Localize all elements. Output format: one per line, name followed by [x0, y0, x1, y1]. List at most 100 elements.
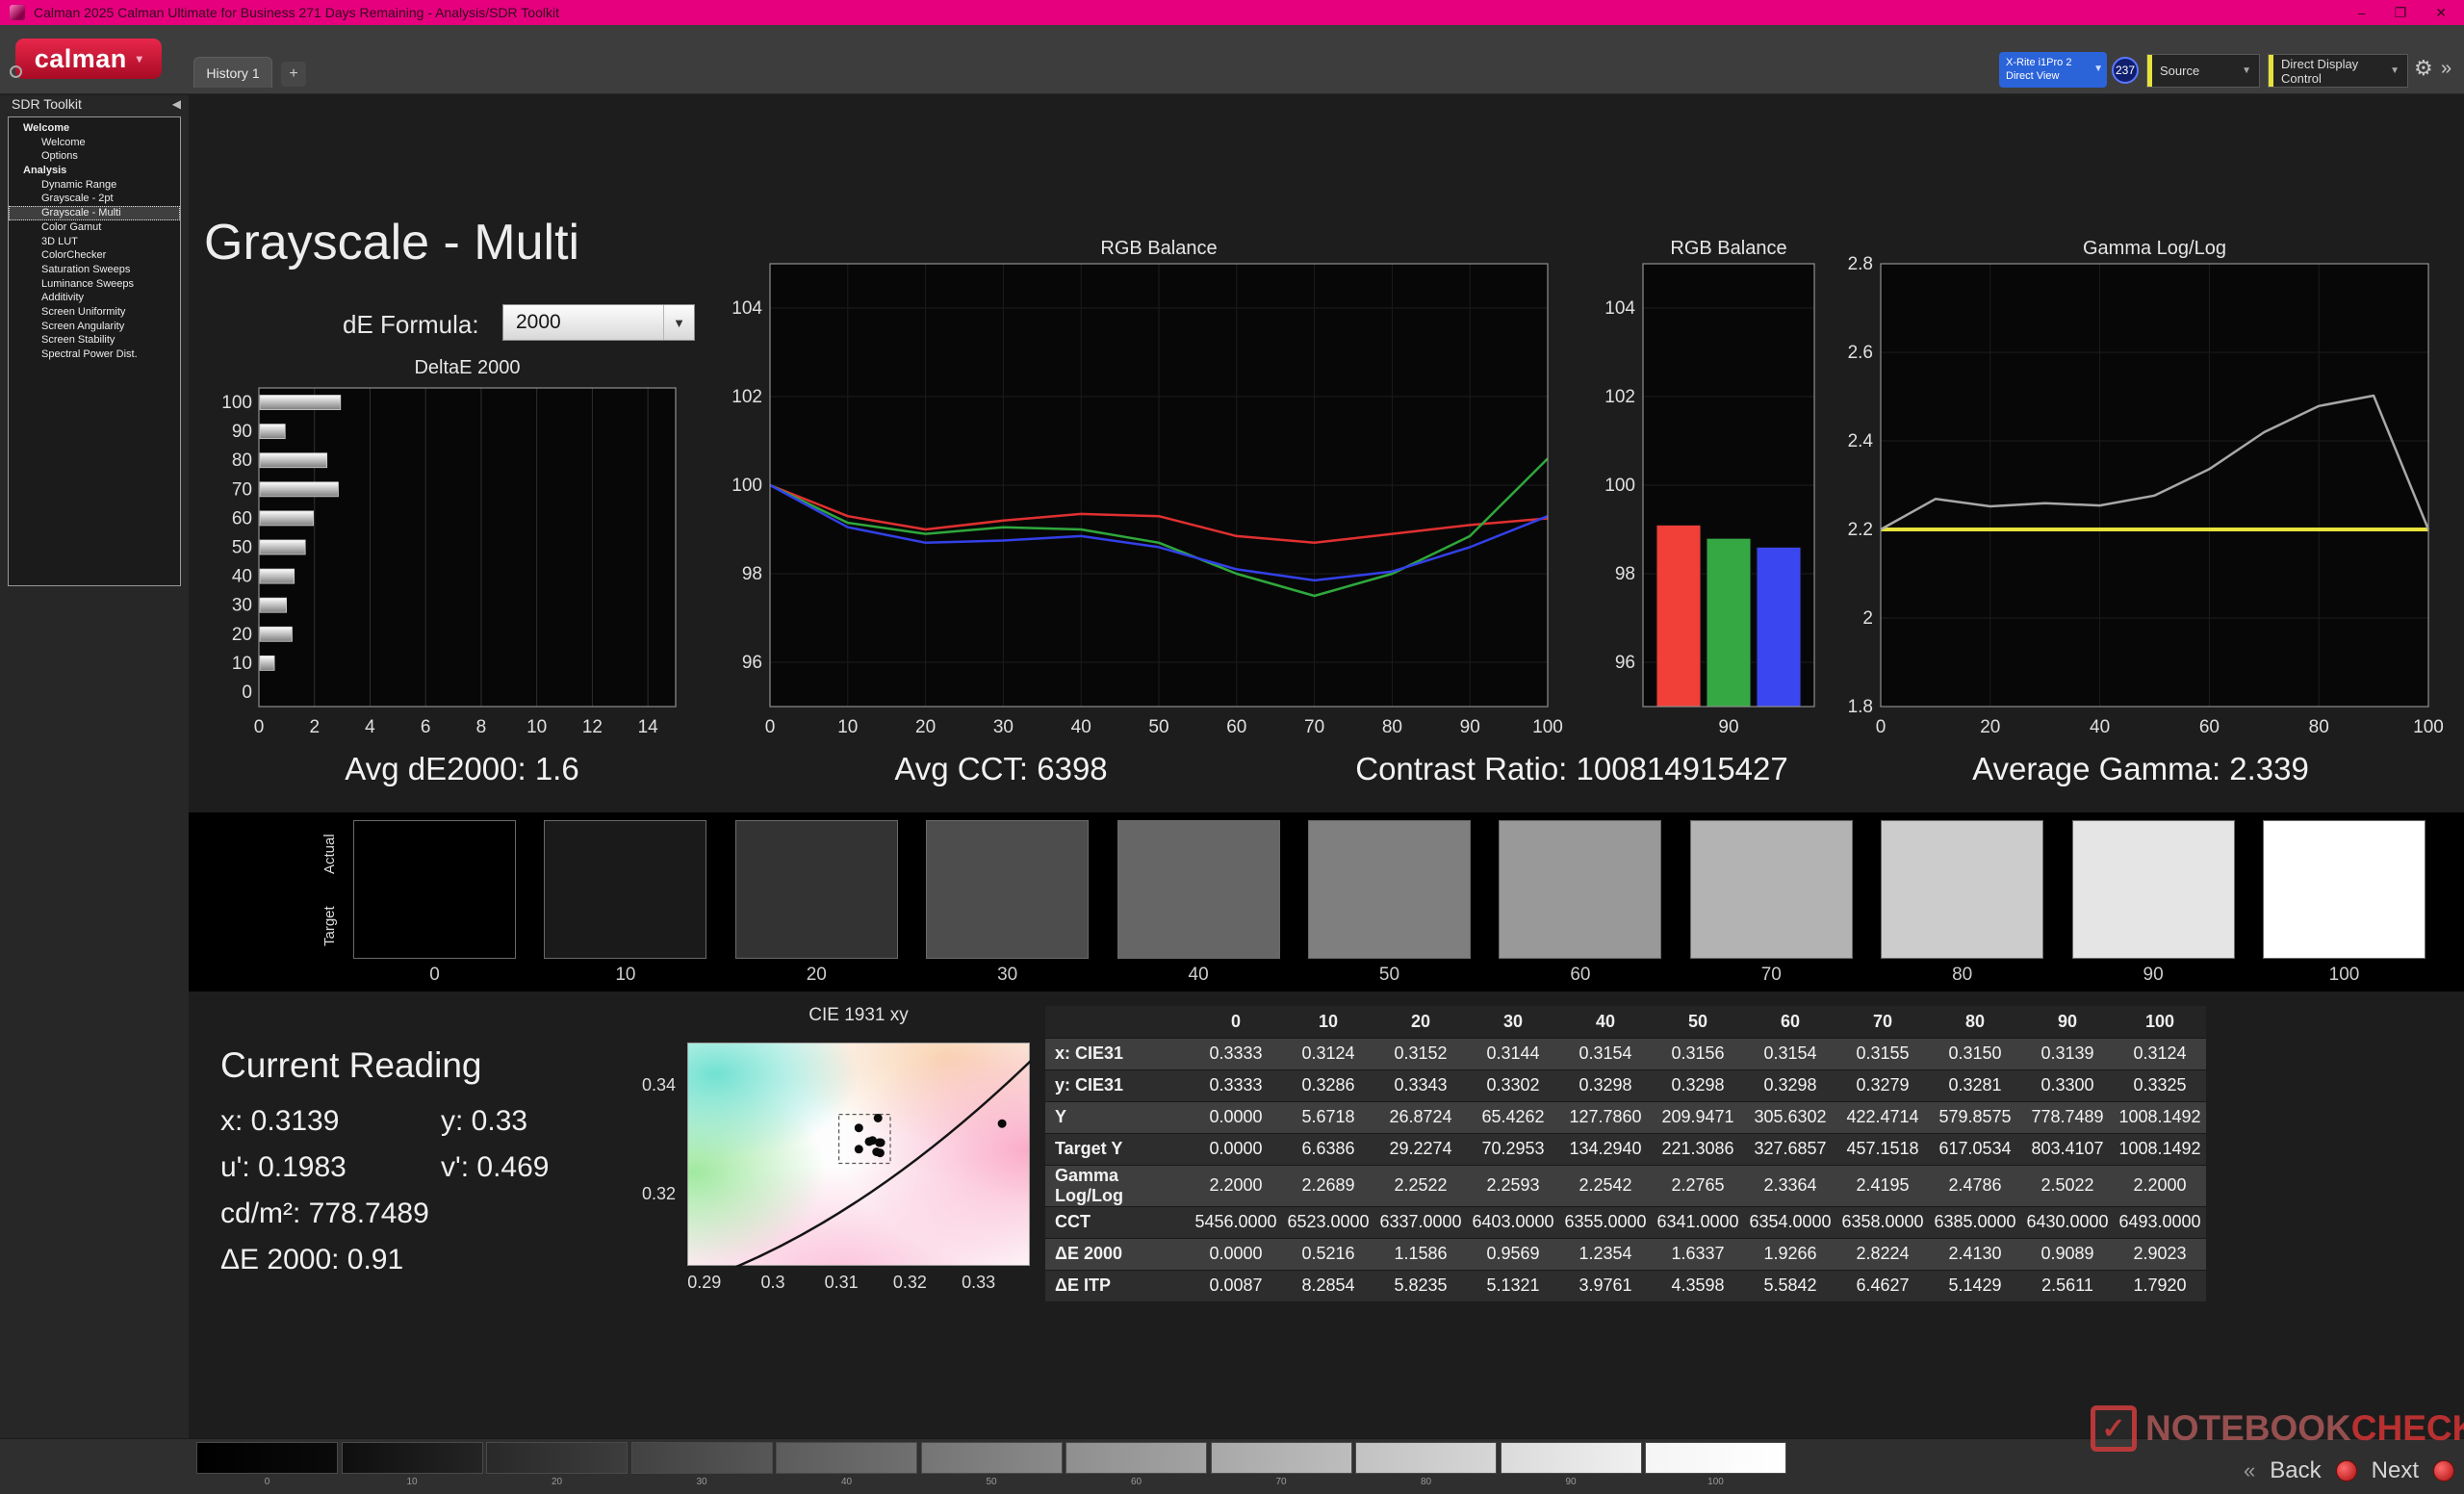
table-cell: 1.9266	[1744, 1237, 1836, 1270]
source-dropdown[interactable]: Source ▼	[2146, 54, 2260, 88]
sidebar-item-options[interactable]: Options	[9, 149, 180, 164]
table-cell: 134.2940	[1559, 1132, 1652, 1165]
close-icon[interactable]: ✕	[2435, 5, 2447, 21]
table-header-cell: 70	[1836, 1006, 1929, 1038]
sidebar-item-welcome[interactable]: Welcome	[9, 121, 180, 136]
svg-text:6: 6	[421, 717, 431, 737]
cie-point	[854, 1145, 863, 1154]
svg-text:10: 10	[232, 654, 252, 674]
sidebar-title: SDR Toolkit	[12, 96, 82, 112]
svg-text:0: 0	[242, 683, 252, 703]
table-cell: 2.2765	[1652, 1164, 1744, 1206]
grayscale-swatch-number: 30	[997, 965, 1018, 985]
svg-text:2.8: 2.8	[1848, 254, 1873, 274]
meter-count-badge[interactable]: 237	[2112, 57, 2139, 84]
sidebar-item-welcome[interactable]: Welcome	[9, 136, 180, 150]
sidebar-item-analysis[interactable]: Analysis	[9, 164, 180, 178]
svg-text:98: 98	[1615, 564, 1635, 584]
pattern-swatch-30	[630, 1442, 773, 1474]
sidebar-item-grayscale-2pt[interactable]: Grayscale - 2pt	[9, 192, 180, 206]
cie-x-tick: 0.31	[824, 1273, 859, 1292]
table-cell: 0.5216	[1282, 1237, 1374, 1270]
table-cell: 6385.0000	[1929, 1205, 2021, 1238]
double-chevron-left-icon[interactable]: «	[2244, 1458, 2255, 1483]
pattern-swatch-0	[196, 1442, 338, 1474]
meter-line1: X-Rite i1Pro 2	[2006, 56, 2072, 68]
svg-text:10: 10	[837, 717, 858, 737]
table-header-cell: 90	[2021, 1006, 2114, 1038]
svg-text:12: 12	[582, 717, 603, 737]
sidebar-item-spectral-power-dist[interactable]: Spectral Power Dist.	[9, 348, 180, 362]
sidebar: SDR Toolkit ◀ Welcome Welcome Options Analy…	[0, 95, 189, 1438]
calman-menu-button[interactable]: calman ▾	[15, 39, 162, 79]
table-cell: 6355.0000	[1559, 1205, 1652, 1238]
svg-text:104: 104	[1604, 298, 1635, 319]
pattern-swatch-60	[1065, 1442, 1207, 1474]
table-cell: 2.5022	[2021, 1164, 2114, 1206]
cie-point	[872, 1147, 882, 1157]
svg-text:20: 20	[915, 717, 936, 737]
panel-toggle-icon[interactable]	[10, 65, 22, 78]
notebookcheck-text: NOTEBOOKCHECK	[2145, 1408, 2464, 1449]
display-control-dropdown[interactable]: Direct Display Control ▼	[2268, 54, 2408, 88]
svg-text:102: 102	[732, 387, 762, 407]
svg-text:96: 96	[1615, 653, 1635, 673]
svg-text:104: 104	[732, 298, 762, 319]
svg-text:20: 20	[1980, 717, 2000, 737]
sidebar-item-additivity[interactable]: Additivity	[9, 291, 180, 305]
sidebar-item-dynamic-range[interactable]: Dynamic Range	[9, 178, 180, 193]
sidebar-item-luminance-sweeps[interactable]: Luminance Sweeps	[9, 277, 180, 292]
window-title: Calman 2025 Calman Ultimate for Business…	[34, 5, 559, 20]
cie-1931-chart	[687, 1043, 1031, 1267]
table-row-label: ΔE ITP	[1045, 1269, 1190, 1301]
grayscale-swatch-0	[353, 820, 516, 959]
sidebar-item-colorchecker[interactable]: ColorChecker	[9, 248, 180, 263]
table-row-label: Target Y	[1045, 1132, 1190, 1165]
sidebar-item-screen-stability[interactable]: Screen Stability	[9, 333, 180, 348]
next-target-icon[interactable]	[2433, 1460, 2454, 1481]
pattern-swatch-number: 0	[264, 1477, 270, 1487]
sidebar-item-grayscale-multi[interactable]: Grayscale - Multi	[9, 206, 180, 220]
maximize-icon[interactable]: ❐	[2395, 5, 2407, 21]
back-button[interactable]: Back	[2270, 1457, 2321, 1484]
sidebar-item-saturation-sweeps[interactable]: Saturation Sweeps	[9, 263, 180, 277]
back-target-icon[interactable]	[2335, 1460, 2357, 1481]
grayscale-swatch-80	[1881, 820, 2044, 959]
meter-button[interactable]: X-Rite i1Pro 2 Direct View ▼	[1999, 52, 2107, 88]
svg-text:2: 2	[309, 717, 320, 737]
table-cell: 0.3154	[1559, 1037, 1652, 1069]
add-tab-button[interactable]: +	[281, 62, 306, 87]
table-cell: 0.3325	[2114, 1069, 2206, 1101]
table-header-cell: 80	[1929, 1006, 2021, 1038]
grayscale-swatch-number: 40	[1188, 965, 1209, 985]
deltae-bar	[259, 655, 275, 671]
pattern-swatch-90	[1500, 1442, 1642, 1474]
table-cell: 1.7920	[2114, 1269, 2206, 1301]
overflow-icon[interactable]: »	[2441, 58, 2451, 80]
collapse-sidebar-icon[interactable]: ◀	[172, 97, 181, 111]
svg-text:8: 8	[476, 717, 487, 737]
sidebar-item-3d-lut[interactable]: 3D LUT	[9, 235, 180, 249]
table-cell: 0.3152	[1374, 1037, 1467, 1069]
minimize-icon[interactable]: –	[2358, 5, 2366, 21]
grayscale-swatch-50	[1308, 820, 1471, 959]
svg-text:2.2: 2.2	[1848, 520, 1873, 540]
notebookcheck-watermark: ✓ NOTEBOOKCHECK	[2091, 1405, 2464, 1452]
table-cell: 0.3154	[1744, 1037, 1836, 1069]
sidebar-item-screen-angularity[interactable]: Screen Angularity	[9, 320, 180, 334]
grayscale-swatch-number: 80	[1952, 965, 1973, 985]
cie-point	[864, 1137, 874, 1146]
tab-history-1[interactable]: History 1	[193, 57, 272, 88]
table-cell: 127.7860	[1559, 1100, 1652, 1133]
grayscale-swatch-60	[1499, 820, 1662, 959]
gear-icon[interactable]: ⚙	[2414, 56, 2433, 81]
table-cell: 6403.0000	[1467, 1205, 1559, 1238]
de-formula-dropdown[interactable]: 2000 ▼	[502, 304, 695, 341]
pattern-swatch-100	[1645, 1442, 1786, 1474]
sidebar-item-screen-uniformity[interactable]: Screen Uniformity	[9, 305, 180, 320]
sidebar-item-color-gamut[interactable]: Color Gamut	[9, 220, 180, 235]
table-row: CCT 5456.0000 6523.0000 6337.0000 6403.0000 6…	[1045, 1205, 2206, 1238]
next-button[interactable]: Next	[2372, 1457, 2419, 1484]
svg-text:40: 40	[1071, 717, 1091, 737]
grayscale-swatch-20	[734, 820, 898, 959]
